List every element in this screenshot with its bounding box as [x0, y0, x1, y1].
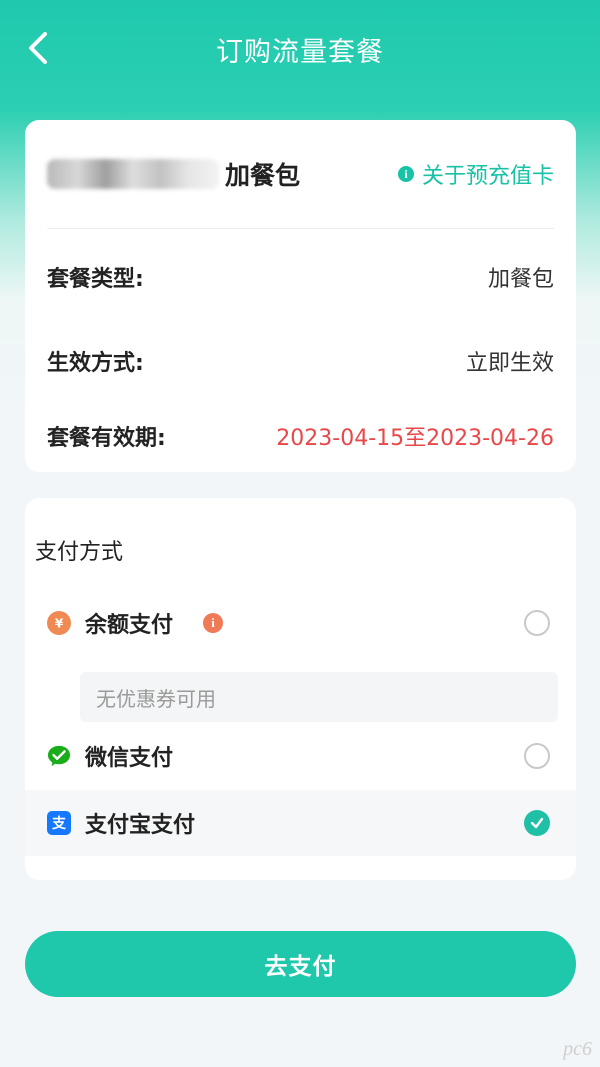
- info-key: 生效方式:: [47, 351, 144, 376]
- balance-info-icon[interactable]: i: [203, 613, 223, 633]
- payment-option-label: 支付宝支付: [85, 813, 196, 838]
- about-prepaid-card-link[interactable]: i 关于预充值卡: [397, 158, 554, 190]
- info-row-validity: 套餐有效期: 2023-04-15至2023-04-26: [47, 416, 554, 456]
- redacted-phone-number: [47, 159, 219, 189]
- package-name-suffix: 加餐包: [225, 161, 301, 190]
- svg-text:支: 支: [51, 815, 67, 832]
- radio-unchecked[interactable]: [524, 743, 550, 769]
- page-title: 订购流量套餐: [216, 37, 384, 68]
- money-bag-icon: ¥: [47, 611, 71, 635]
- info-row-package-type: 套餐类型: 加餐包: [47, 257, 554, 297]
- info-icon: i: [397, 166, 414, 182]
- pay-button[interactable]: 去支付: [25, 931, 576, 997]
- header-bar: 订购流量套餐: [0, 0, 600, 100]
- site-watermark: pc6: [563, 1038, 592, 1060]
- check-icon: [530, 817, 544, 829]
- package-info-card: 加餐包 i 关于预充值卡 套餐类型: 加餐包 生效方式: 立即生效 套餐有效期:…: [25, 120, 576, 472]
- about-prepaid-card-label: 关于预充值卡: [421, 164, 554, 189]
- payment-option-label: 微信支付: [85, 746, 174, 771]
- radio-checked[interactable]: [524, 810, 550, 836]
- info-value: 加餐包: [487, 267, 554, 292]
- info-value: 立即生效: [465, 351, 554, 376]
- info-key: 套餐类型:: [47, 267, 144, 292]
- payment-option-balance[interactable]: ¥ 余额支付 i: [25, 590, 576, 656]
- package-name: 加餐包: [47, 156, 300, 192]
- validity-period-value: 2023-04-15至2023-04-26: [276, 426, 554, 451]
- wechat-icon: [47, 744, 71, 768]
- coupon-field[interactable]: 无优惠券可用: [80, 672, 558, 722]
- svg-text:¥: ¥: [55, 617, 64, 631]
- payment-method-card: 支付方式 ¥ 余额支付 i 无优惠券可用 微信支付 支 支付宝支付: [25, 498, 576, 880]
- info-key: 套餐有效期:: [47, 426, 166, 451]
- alipay-icon: 支: [47, 811, 71, 835]
- divider: [47, 228, 554, 229]
- radio-unchecked[interactable]: [524, 610, 550, 636]
- package-header: 加餐包 i 关于预充值卡: [47, 150, 554, 198]
- payment-section-title: 支付方式: [35, 540, 124, 565]
- payment-option-alipay[interactable]: 支 支付宝支付: [25, 790, 576, 856]
- payment-option-label: 余额支付: [85, 613, 174, 638]
- payment-option-wechat[interactable]: 微信支付: [25, 723, 576, 789]
- info-row-activation: 生效方式: 立即生效: [47, 341, 554, 381]
